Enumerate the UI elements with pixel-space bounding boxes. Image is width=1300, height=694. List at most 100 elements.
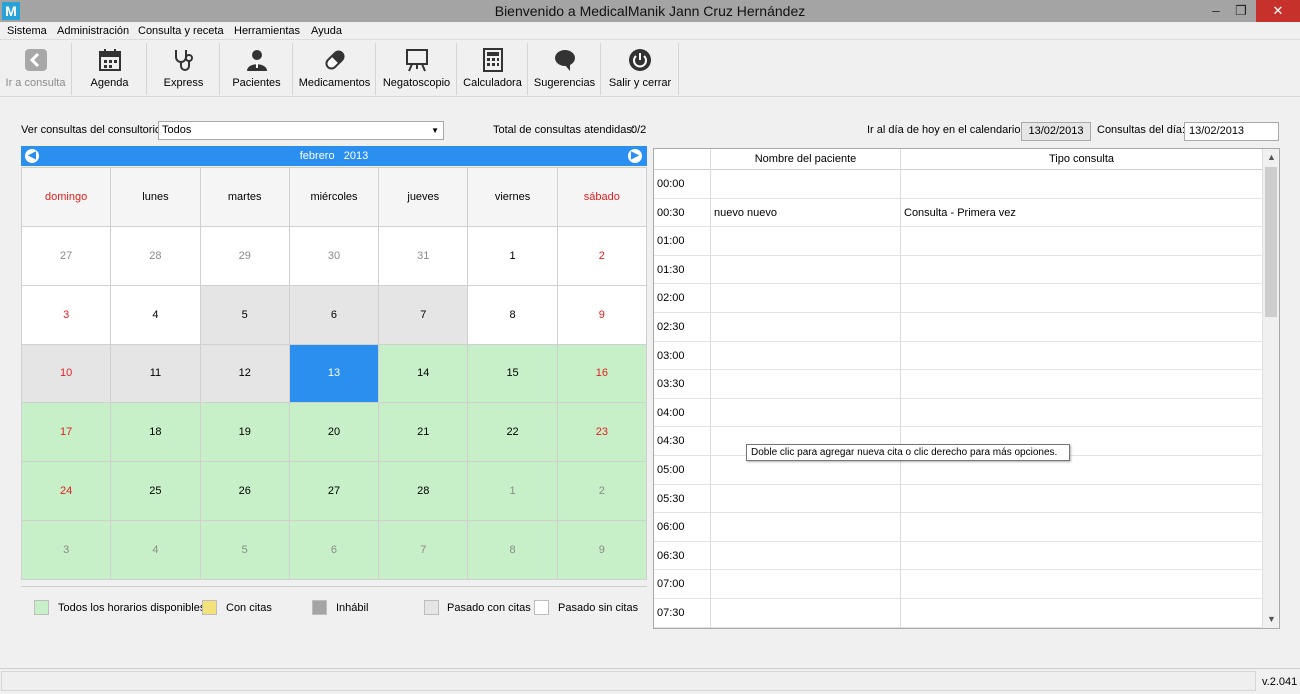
consultation-type-cell: Consulta - Primera vez: [900, 198, 1262, 227]
calendar-day[interactable]: 5: [200, 285, 289, 344]
calendar-day[interactable]: 28: [111, 226, 200, 285]
calendar-day[interactable]: 25: [111, 462, 200, 521]
calendar-day[interactable]: 1: [468, 226, 557, 285]
calendar-day[interactable]: 7: [379, 285, 468, 344]
scroll-thumb[interactable]: [1265, 167, 1277, 317]
close-button[interactable]: ✕: [1256, 0, 1300, 22]
negatoscope-button[interactable]: Negatoscopio: [377, 43, 457, 95]
previous-month-icon[interactable]: ◀: [25, 149, 39, 163]
pill-icon: [324, 50, 345, 70]
calendar-month[interactable]: febrero: [300, 150, 335, 162]
calendar-day[interactable]: 8: [468, 285, 557, 344]
scroll-up-icon[interactable]: ▲: [1263, 149, 1279, 166]
consultation-type-cell: [900, 484, 1262, 513]
column-consultation-type[interactable]: Tipo consulta: [900, 149, 1262, 170]
calendar-day[interactable]: 8: [468, 521, 557, 579]
menu-ayuda[interactable]: Ayuda: [311, 22, 342, 40]
calendar-day[interactable]: 2: [557, 462, 646, 521]
calendar-day[interactable]: 26: [200, 462, 289, 521]
calendar-day[interactable]: 7: [379, 521, 468, 579]
agenda-button[interactable]: Agenda: [73, 43, 147, 95]
schedule-row[interactable]: 01:30: [654, 255, 1262, 285]
calendar-day[interactable]: 6: [289, 285, 379, 344]
calendar-day-selected[interactable]: 13: [289, 344, 379, 403]
consultation-type-cell: [900, 598, 1262, 627]
patients-button[interactable]: Pacientes: [221, 43, 293, 95]
schedule-row[interactable]: 07:30: [654, 598, 1262, 628]
scroll-down-icon[interactable]: ▼: [1263, 611, 1279, 628]
calendar-day[interactable]: 23: [557, 403, 646, 462]
calendar-day[interactable]: 22: [468, 403, 557, 462]
calendar-day[interactable]: 31: [379, 226, 468, 285]
legend-unavailable-label: Inhábil: [336, 602, 369, 614]
office-select[interactable]: Todos ▼: [158, 121, 444, 140]
schedule-row[interactable]: 02:30: [654, 312, 1262, 342]
calendar-day[interactable]: 9: [557, 285, 646, 344]
calendar-day[interactable]: 27: [289, 462, 379, 521]
calendar-day[interactable]: 3: [22, 285, 111, 344]
schedule-row[interactable]: 06:00: [654, 513, 1262, 542]
calendar-year[interactable]: 2013: [344, 150, 368, 162]
calendar-day[interactable]: 3: [22, 521, 111, 579]
schedule-row[interactable]: 05:30: [654, 484, 1262, 514]
calendar-day[interactable]: 15: [468, 344, 557, 403]
next-month-icon[interactable]: ▶: [628, 149, 642, 163]
menu-consulta-receta[interactable]: Consulta y receta: [138, 22, 224, 40]
schedule-scrollbar[interactable]: ▲ ▼: [1262, 149, 1279, 628]
calendar-day[interactable]: 21: [379, 403, 468, 462]
minimize-button[interactable]: –: [1206, 0, 1226, 22]
day-consultations-field[interactable]: 13/02/2013: [1184, 122, 1279, 141]
column-patient-name[interactable]: Nombre del paciente: [710, 149, 900, 170]
calendar-day[interactable]: 11: [111, 344, 200, 403]
menu-herramientas[interactable]: Herramientas: [234, 22, 300, 40]
calendar-day[interactable]: 20: [289, 403, 379, 462]
calendar-day[interactable]: 4: [111, 285, 200, 344]
calendar-day[interactable]: 27: [22, 226, 111, 285]
calendar-day[interactable]: 28: [379, 462, 468, 521]
calendar-day[interactable]: 12: [200, 344, 289, 403]
schedule-row[interactable]: 03:00: [654, 341, 1262, 371]
go-to-consultation-button[interactable]: Ir a consulta: [0, 43, 72, 95]
calendar-header: febrero 2013 ◀ ▶: [21, 146, 647, 166]
calendar-day[interactable]: 6: [289, 521, 379, 579]
schedule-row[interactable]: 02:00: [654, 284, 1262, 313]
menu-administracion[interactable]: Administración: [57, 22, 129, 40]
exit-button[interactable]: Salir y cerrar: [602, 43, 679, 95]
calendar-day[interactable]: 29: [200, 226, 289, 285]
schedule-row[interactable]: 00:00: [654, 170, 1262, 199]
calendar-day[interactable]: 30: [289, 226, 379, 285]
patient-name-cell: [710, 341, 900, 370]
calendar-day[interactable]: 1: [468, 462, 557, 521]
calendar-day[interactable]: 2: [557, 226, 646, 285]
calendar-day[interactable]: 14: [379, 344, 468, 403]
go-to-today-button[interactable]: 13/02/2013: [1021, 122, 1091, 141]
calendar-day[interactable]: 16: [557, 344, 646, 403]
schedule-row[interactable]: 07:00: [654, 570, 1262, 599]
schedule-row[interactable]: 03:30: [654, 370, 1262, 399]
calendar-day[interactable]: 17: [22, 403, 111, 462]
express-button[interactable]: Express: [148, 43, 220, 95]
schedule-row[interactable]: 00:30 nuevo nuevo Consulta - Primera vez: [654, 198, 1262, 228]
suggestions-label: Sugerencias: [533, 77, 596, 89]
calendar-day[interactable]: 5: [200, 521, 289, 579]
calendar-day[interactable]: 10: [22, 344, 111, 403]
go-to-today-label: Ir al día de hoy en el calendario:: [867, 124, 1024, 136]
medications-button[interactable]: Medicamentos: [294, 43, 376, 95]
calendar-day[interactable]: 4: [111, 521, 200, 579]
calendar-day[interactable]: 9: [557, 521, 646, 579]
suggestions-button[interactable]: Sugerencias: [529, 43, 601, 95]
calendar-day[interactable]: 19: [200, 403, 289, 462]
legend-past-with-appointments-swatch: [424, 600, 439, 615]
schedule-row[interactable]: 06:30: [654, 541, 1262, 571]
schedule-row[interactable]: 01:00: [654, 227, 1262, 256]
patient-name-cell: [710, 398, 900, 427]
schedule-table: Nombre del paciente Tipo consulta 00:00 0…: [653, 148, 1280, 629]
menu-sistema[interactable]: Sistema: [7, 22, 47, 40]
schedule-tooltip: Doble clic para agregar nueva cita o cli…: [746, 444, 1070, 461]
calculator-button[interactable]: Calculadora: [458, 43, 528, 95]
calendar-day[interactable]: 24: [22, 462, 111, 521]
calendar-month-label: febrero 2013: [21, 146, 647, 166]
calendar-day[interactable]: 18: [111, 403, 200, 462]
schedule-row[interactable]: 04:00: [654, 398, 1262, 428]
maximize-button[interactable]: ❐: [1232, 0, 1250, 22]
